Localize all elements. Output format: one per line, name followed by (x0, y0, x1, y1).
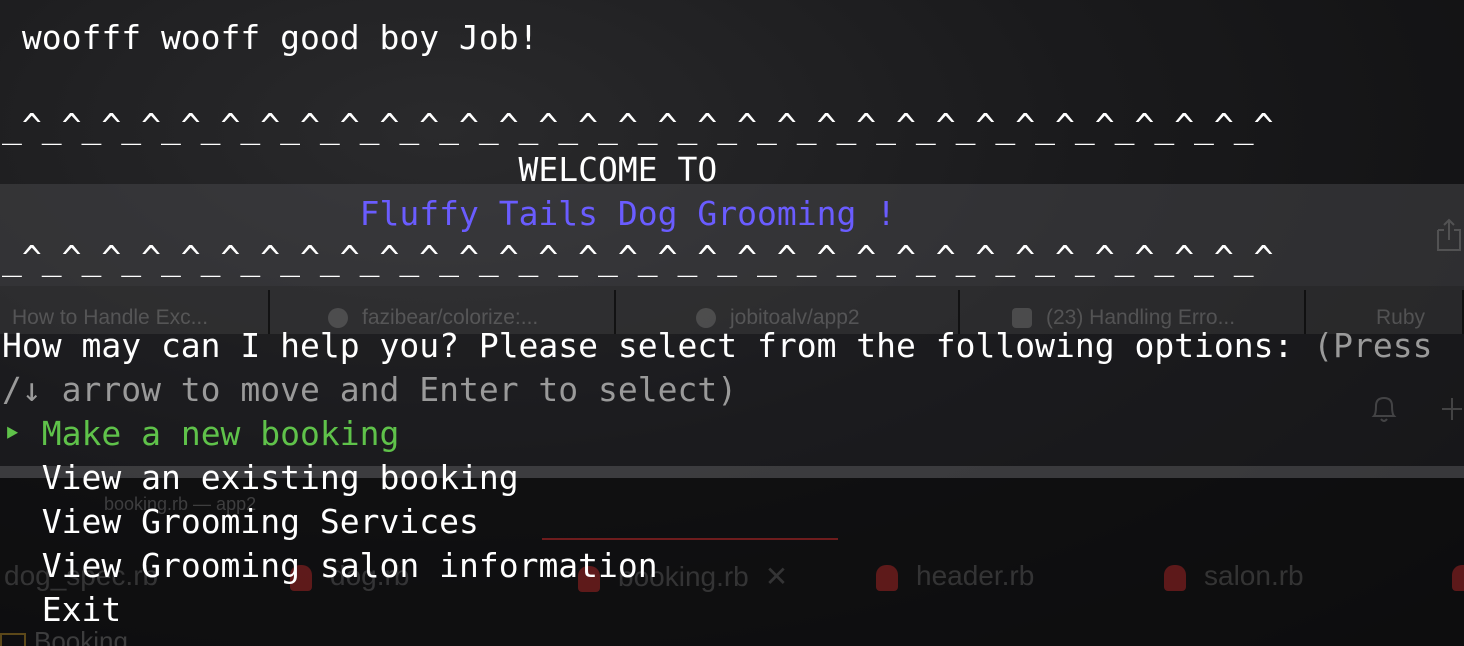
menu-option-exit[interactable]: Exit (2, 588, 121, 632)
salon-name-line: Fluffy Tails Dog Grooming ! (2, 192, 896, 236)
menu-option-label: View Grooming Services (41, 502, 479, 541)
plus-icon (1442, 398, 1462, 420)
greeting-line: woofff wooff good boy Job! (2, 18, 539, 57)
prompt-question: How may can I help you? Please select fr… (2, 326, 1314, 365)
menu-option-label: Make a new booking (41, 414, 400, 453)
ruby-file-icon (876, 564, 898, 591)
close-icon: ✕ (764, 561, 789, 592)
ruby-file-icon (1452, 564, 1464, 591)
salon-name: Fluffy Tails Dog Grooming ! (359, 194, 897, 233)
prompt-line: How may can I help you? Please select fr… (2, 324, 1433, 368)
background-file-label: header.rb (916, 560, 1035, 591)
bell-icon (1371, 396, 1397, 422)
menu-option-label: View Grooming salon information (41, 546, 658, 585)
prompt-hint-continued: /↓ arrow to move and Enter to select) (2, 370, 738, 409)
menu-option-view-booking[interactable]: View an existing booking (2, 456, 519, 500)
prompt-hint: (Press (1313, 326, 1433, 365)
terminal-window: How to Handle Exc... fazibear/colorize:.… (0, 0, 1464, 646)
salon-name-indent (2, 194, 360, 233)
folder-icon (0, 633, 26, 646)
menu-option-label: View an existing booking (41, 458, 519, 497)
decorative-border-top: _^_^_^_^_^_^_^_^_^_^_^_^_^_^_^_^_^_^_^_^… (2, 106, 1274, 145)
background-file-tab (1452, 560, 1464, 592)
welcome-line: WELCOME TO (2, 150, 718, 189)
background-file-label: salon.rb (1204, 560, 1304, 591)
share-icon (1437, 218, 1461, 251)
selection-pointer-icon: ‣ (2, 414, 22, 453)
menu-option-salon-information[interactable]: View Grooming salon information (2, 544, 658, 588)
menu-option-grooming-services[interactable]: View Grooming Services (2, 500, 479, 544)
decorative-border-bottom: _^_^_^_^_^_^_^_^_^_^_^_^_^_^_^_^_^_^_^_^… (2, 238, 1274, 277)
background-file-tab: salon.rb (1164, 560, 1304, 592)
menu-option-label: Exit (41, 590, 122, 629)
ruby-file-icon (1164, 564, 1186, 591)
menu-option-new-booking[interactable]: ‣ Make a new booking (2, 412, 399, 456)
background-active-tab-indicator (542, 538, 838, 540)
background-file-tab: header.rb (876, 560, 1034, 592)
